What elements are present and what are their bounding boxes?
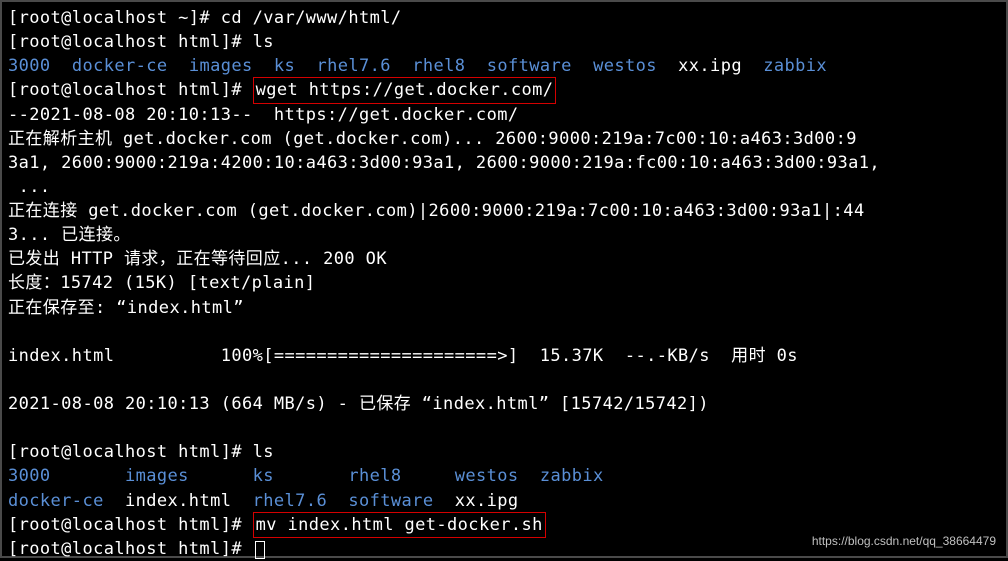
blank-line [8,320,1000,344]
file-entry: xx.ipg [455,491,519,511]
wget-output: 长度：15742 (15K) [text/plain] [8,271,1000,295]
dir-entry: rhel7.6 [253,491,327,511]
dir-entry: images [125,466,189,486]
command: wget https://get.docker.com/ [256,80,554,100]
dir-entry: zabbix [763,56,827,76]
blank-line [8,416,1000,440]
command: ls [253,32,274,52]
wget-output: ... [8,175,1000,199]
terminal[interactable]: [root@localhost ~]# cd /var/www/html/ [r… [8,6,1000,561]
ls-output: docker-ce index.html rhel7.6 software xx… [8,489,1000,513]
wget-output: 正在连接 get.docker.com (get.docker.com)|260… [8,199,1000,223]
dir-entry: images [189,56,253,76]
wget-output: 正在保存至: “index.html” [8,296,1000,320]
prompt: [root@localhost html]# [8,539,253,559]
command: cd /var/www/html/ [221,8,402,28]
dir-entry: rhel8 [348,466,401,486]
watermark: https://blog.csdn.net/qq_38664479 [812,533,996,550]
ls-output: 3000 docker-ce images ks rhel7.6 rhel8 s… [8,54,1000,78]
command: ls [253,442,274,462]
ls-output: 3000 images ks rhel8 westos zabbix [8,464,1000,488]
cmd-line: [root@localhost ~]# cd /var/www/html/ [8,6,1000,30]
highlighted-command: wget https://get.docker.com/ [253,77,557,103]
dir-entry: westos [593,56,657,76]
blank-line [8,368,1000,392]
wget-output: 已发出 HTTP 请求，正在等待回应... 200 OK [8,247,1000,271]
cmd-line: [root@localhost html]# ls [8,440,1000,464]
highlighted-command: mv index.html get-docker.sh [253,512,546,538]
wget-output: --2021-08-08 20:10:13-- https://get.dock… [8,103,1000,127]
cmd-line: [root@localhost html]# wget https://get.… [8,78,1000,102]
wget-output: 2021-08-08 20:10:13 (664 MB/s) - 已保存 “in… [8,392,1000,416]
wget-output: 3a1, 2600:9000:219a:4200:10:a463:3d00:93… [8,151,1000,175]
dir-entry: zabbix [540,466,604,486]
dir-entry: docker-ce [72,56,168,76]
file-entry: index.html [125,491,231,511]
dir-entry: 3000 [8,56,51,76]
command: mv index.html get-docker.sh [256,515,543,535]
prompt: [root@localhost html]# [8,515,253,535]
dir-entry: ks [274,56,295,76]
dir-entry: rhel8 [412,56,465,76]
dir-entry: docker-ce [8,491,104,511]
dir-entry: rhel7.6 [316,56,390,76]
dir-entry: westos [455,466,519,486]
prompt: [root@localhost html]# [8,32,253,52]
prompt: [root@localhost html]# [8,442,253,462]
dir-entry: software [487,56,572,76]
dir-entry: 3000 [8,466,51,486]
file-entry: xx.ipg [678,56,742,76]
prompt: [root@localhost ~]# [8,8,221,28]
wget-output: 3... 已连接。 [8,223,1000,247]
prompt: [root@localhost html]# [8,80,253,100]
wget-output: 正在解析主机 get.docker.com (get.docker.com)..… [8,127,1000,151]
cmd-line: [root@localhost html]# ls [8,30,1000,54]
dir-entry: ks [253,466,274,486]
wget-progress: index.html 100%[=====================>] … [8,344,1000,368]
dir-entry: software [348,491,433,511]
cursor[interactable] [255,541,265,559]
